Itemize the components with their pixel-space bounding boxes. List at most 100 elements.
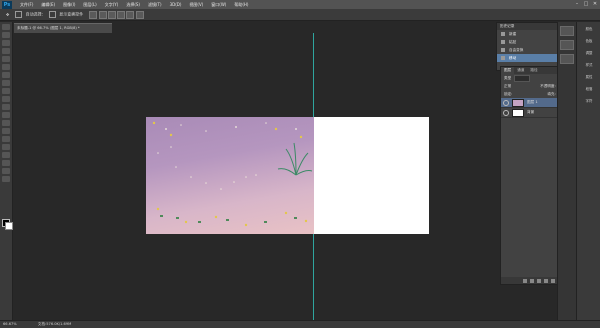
menu-3d[interactable]: 3D(D) bbox=[170, 2, 182, 7]
menu-file[interactable]: 文件(F) bbox=[20, 2, 33, 8]
document-tab[interactable]: 未标题-1 @ 66.7% (图层 1, RGB/8) * bbox=[14, 23, 112, 33]
menu-window[interactable]: 窗口(W) bbox=[211, 2, 226, 8]
adjustment-layer-icon[interactable] bbox=[544, 278, 548, 283]
history-item[interactable]: 自由变换 bbox=[497, 46, 557, 54]
layer-style-icon[interactable] bbox=[530, 278, 534, 283]
photoshop-logo: Ps bbox=[2, 0, 12, 9]
hand-tool-icon[interactable] bbox=[2, 168, 10, 174]
zoom-tool-icon[interactable] bbox=[2, 176, 10, 182]
quick-select-tool-icon[interactable] bbox=[2, 48, 10, 54]
history-item[interactable]: 新建 bbox=[497, 30, 557, 38]
history-state-icon bbox=[501, 56, 505, 60]
eyedropper-tool-icon[interactable] bbox=[2, 64, 10, 70]
opacity-label: 不透明度: bbox=[540, 84, 556, 88]
panel-paragraph[interactable]: 段落 bbox=[579, 84, 599, 94]
panel-properties[interactable]: 属性 bbox=[579, 72, 599, 82]
align-center-icon[interactable] bbox=[126, 10, 135, 19]
canvas-background[interactable] bbox=[314, 117, 429, 234]
history-brush-tool-icon[interactable] bbox=[2, 96, 10, 102]
lock-label: 锁定: bbox=[504, 92, 513, 96]
menu-select[interactable]: 选择(S) bbox=[126, 2, 140, 8]
crop-tool-icon[interactable] bbox=[2, 56, 10, 62]
history-item-label: 粘贴 bbox=[509, 40, 517, 44]
history-item-label: 自由变换 bbox=[509, 48, 524, 52]
window-controls: – □ ✕ bbox=[574, 1, 598, 7]
options-bar: ✥ 自动选择: 显示变换控件 bbox=[0, 9, 600, 21]
history-state-icon bbox=[501, 32, 505, 36]
align-middle-icon[interactable] bbox=[98, 10, 107, 19]
layer-name[interactable]: 图层 1 bbox=[527, 100, 538, 105]
tab-paths[interactable]: 路径 bbox=[527, 67, 540, 74]
gradient-tool-icon[interactable] bbox=[2, 112, 10, 118]
align-right-icon[interactable] bbox=[135, 10, 144, 19]
zoom-level[interactable]: 66.67% bbox=[3, 322, 17, 326]
history-panel-title: 历史记录 bbox=[497, 23, 557, 30]
panel-character[interactable]: 字符 bbox=[579, 96, 599, 106]
menu-help[interactable]: 帮助(H) bbox=[234, 2, 248, 8]
brush-tool-icon[interactable] bbox=[2, 80, 10, 86]
maximize-button[interactable]: □ bbox=[583, 1, 589, 7]
canvas-image-layer[interactable] bbox=[146, 117, 314, 234]
menu-type[interactable]: 文字(Y) bbox=[105, 2, 119, 8]
menu-edit[interactable]: 编辑(E) bbox=[41, 2, 55, 8]
flower-meadow-image bbox=[152, 121, 313, 227]
properties-panel-icon[interactable] bbox=[560, 54, 574, 64]
actions-panel-icon[interactable] bbox=[560, 40, 574, 50]
clone-stamp-tool-icon[interactable] bbox=[2, 88, 10, 94]
add-mask-icon[interactable] bbox=[537, 278, 541, 283]
eraser-tool-icon[interactable] bbox=[2, 104, 10, 110]
align-bottom-icon[interactable] bbox=[107, 10, 116, 19]
new-group-icon[interactable] bbox=[551, 278, 555, 283]
eye-icon[interactable] bbox=[503, 109, 509, 116]
pen-tool-icon[interactable] bbox=[2, 136, 10, 142]
layer-filter-select[interactable] bbox=[514, 74, 531, 82]
align-left-icon[interactable] bbox=[117, 10, 126, 19]
history-item[interactable]: 粘贴 bbox=[497, 38, 557, 46]
panel-styles[interactable]: 样式 bbox=[579, 60, 599, 70]
history-state-icon bbox=[501, 40, 505, 44]
panel-adjustments[interactable]: 调整 bbox=[579, 48, 599, 58]
align-top-icon[interactable] bbox=[89, 10, 98, 19]
close-button[interactable]: ✕ bbox=[592, 1, 598, 7]
path-select-tool-icon[interactable] bbox=[2, 152, 10, 158]
move-tool-icon: ✥ bbox=[6, 12, 10, 17]
link-layers-icon[interactable] bbox=[523, 278, 527, 283]
layer-thumbnail bbox=[512, 108, 524, 117]
lasso-tool-icon[interactable] bbox=[2, 40, 10, 46]
show-transform-label: 显示变换控件 bbox=[59, 11, 84, 17]
history-panel-icon[interactable] bbox=[560, 26, 574, 36]
panel-icon-column bbox=[557, 22, 576, 322]
show-transform-option[interactable]: 显示变换控件 bbox=[49, 11, 83, 18]
healing-brush-tool-icon[interactable] bbox=[2, 72, 10, 78]
menu-layer[interactable]: 图层(L) bbox=[83, 2, 96, 8]
menu-view[interactable]: 视图(V) bbox=[189, 2, 203, 8]
history-state-icon bbox=[501, 48, 505, 52]
menu-bar: Ps 文件(F) 编辑(E) 图像(I) 图层(L) 文字(Y) 选择(S) 滤… bbox=[0, 0, 600, 9]
blend-mode-select[interactable]: 正常 bbox=[504, 82, 511, 90]
menu-image[interactable]: 图像(I) bbox=[63, 2, 75, 8]
eye-icon[interactable] bbox=[503, 99, 509, 106]
tab-channels[interactable]: 通道 bbox=[514, 67, 527, 74]
background-color-swatch[interactable] bbox=[5, 222, 13, 230]
history-panel: 历史记录 新建 粘贴 自由变换 移动 bbox=[496, 22, 558, 71]
menu-filter[interactable]: 滤镜(T) bbox=[148, 2, 162, 8]
panel-swatches[interactable]: 色板 bbox=[579, 36, 599, 46]
layer-kind-label: 类型 bbox=[504, 76, 512, 80]
collapsed-panels-strip: 颜色 色板 调整 样式 属性 段落 字符 bbox=[576, 22, 600, 322]
tab-layers[interactable]: 图层 bbox=[501, 67, 515, 74]
auto-select-checkbox[interactable] bbox=[15, 11, 23, 18]
layer-name[interactable]: 背景 bbox=[527, 110, 534, 115]
blur-tool-icon[interactable] bbox=[2, 120, 10, 126]
minimize-button[interactable]: – bbox=[574, 1, 580, 7]
marquee-tool-icon[interactable] bbox=[2, 32, 10, 38]
panel-color[interactable]: 颜色 bbox=[579, 24, 599, 34]
shape-tool-icon[interactable] bbox=[2, 160, 10, 166]
history-item-active[interactable]: 移动 bbox=[497, 54, 557, 62]
show-transform-checkbox[interactable] bbox=[49, 11, 56, 18]
type-tool-icon[interactable] bbox=[2, 144, 10, 150]
move-tool-icon[interactable] bbox=[2, 24, 10, 30]
history-item-label: 移动 bbox=[509, 56, 517, 60]
document-info: 文档:576.0K/1.69M bbox=[37, 322, 72, 326]
auto-select-option[interactable]: 自动选择: bbox=[15, 11, 43, 18]
dodge-tool-icon[interactable] bbox=[2, 128, 10, 134]
